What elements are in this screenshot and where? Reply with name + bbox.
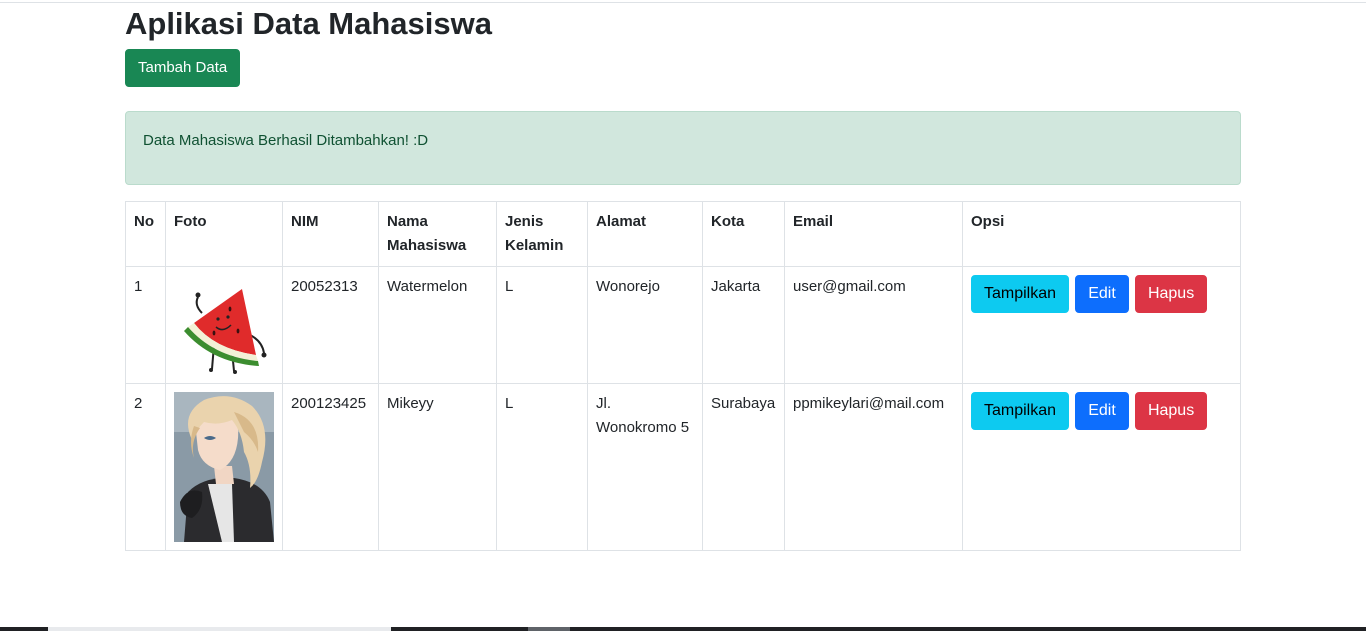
cell-no: 2 — [125, 383, 166, 551]
delete-button[interactable]: Hapus — [1134, 392, 1208, 430]
add-data-button[interactable]: Tambah Data — [125, 49, 241, 87]
show-button[interactable]: Tampilkan — [971, 392, 1070, 430]
table-row: 2 200123425 Mikeyy L Jl. Wonokromo 5 Sur… — [125, 383, 1241, 551]
cell-opsi: Tampilkan Edit Hapus — [962, 383, 1241, 551]
cell-email: user@gmail.com — [784, 266, 963, 384]
header-email: Email — [784, 201, 963, 267]
cell-nim: 20052313 — [282, 266, 379, 384]
cell-alamat: Jl. Wonokromo 5 — [587, 383, 703, 551]
student-table: No Foto NIM Nama Mahasiswa Jenis Kelamin… — [125, 201, 1241, 551]
edit-button[interactable]: Edit — [1075, 392, 1129, 430]
top-border — [0, 2, 1366, 3]
cell-opsi: Tampilkan Edit Hapus — [962, 266, 1241, 384]
cell-jenis-kelamin: L — [496, 383, 588, 551]
header-kota: Kota — [702, 201, 785, 267]
cell-email: ppmikeylari@mail.com — [784, 383, 963, 551]
success-alert: Data Mahasiswa Berhasil Ditambahkan! :D — [125, 111, 1241, 185]
cell-alamat: Wonorejo — [587, 266, 703, 384]
cell-nama: Watermelon — [378, 266, 497, 384]
cell-kota: Jakarta — [702, 266, 785, 384]
page-title: Aplikasi Data Mahasiswa — [125, 6, 492, 41]
taskbar-segment — [528, 627, 570, 631]
cell-foto — [165, 266, 283, 384]
taskbar-strip — [0, 627, 1366, 631]
table-header-row: No Foto NIM Nama Mahasiswa Jenis Kelamin… — [125, 201, 1241, 267]
table-row: 1 20052313 Watermelon L Wonorejo Jakarta… — [125, 266, 1241, 384]
header-jenis-kelamin: Jenis Kelamin — [496, 201, 588, 267]
header-nama: Nama Mahasiswa — [378, 201, 497, 267]
cell-no: 1 — [125, 266, 166, 384]
taskbar-segment — [48, 627, 391, 631]
header-opsi: Opsi — [962, 201, 1241, 267]
header-no: No — [125, 201, 166, 267]
cell-kota: Surabaya — [702, 383, 785, 551]
header-alamat: Alamat — [587, 201, 703, 267]
header-nim: NIM — [282, 201, 379, 267]
cell-nama: Mikeyy — [378, 383, 497, 551]
anime-boy-photo — [174, 392, 274, 542]
cell-foto — [165, 383, 283, 551]
header-foto: Foto — [165, 201, 283, 267]
edit-button[interactable]: Edit — [1075, 275, 1129, 313]
cell-jenis-kelamin: L — [496, 266, 588, 384]
cell-nim: 200123425 — [282, 383, 379, 551]
show-button[interactable]: Tampilkan — [971, 275, 1070, 313]
delete-button[interactable]: Hapus — [1134, 275, 1208, 313]
watermelon-photo — [174, 275, 274, 375]
